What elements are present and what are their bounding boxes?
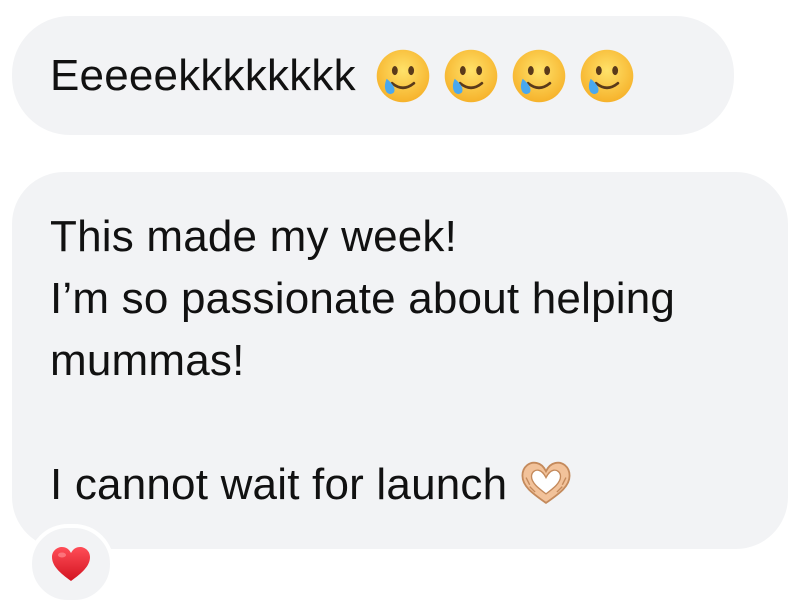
- message-body: This made my week! I’m so passionate abo…: [50, 206, 758, 516]
- message-line: This made my week!: [50, 212, 458, 261]
- reaction-badge[interactable]: [28, 524, 114, 604]
- smiling-face-with-tear-icon: [512, 49, 566, 102]
- message-thread: Eeeeekkkkkkkk This made my week! I’m so …: [0, 0, 801, 613]
- message-line: I cannot wait for launch: [50, 460, 508, 509]
- smiling-face-with-tear-icon: [580, 49, 634, 102]
- red-heart-icon: [52, 547, 90, 581]
- message-line-blank: [50, 392, 758, 454]
- smiling-face-with-tear-icon: [376, 49, 430, 102]
- message-line: I’m so passionate about helping: [50, 274, 676, 323]
- message-line: mummas!: [50, 336, 245, 385]
- message-text: Eeeeekkkkkkkk: [50, 50, 356, 100]
- message-line-with-emoji: I cannot wait for launch: [50, 454, 758, 516]
- message-bubble-2[interactable]: This made my week! I’m so passionate abo…: [12, 172, 788, 549]
- heart-hands-icon: [521, 462, 571, 505]
- emoji-group: [364, 47, 636, 105]
- smiling-face-with-tear-icon: [444, 49, 498, 102]
- message-bubble-1[interactable]: Eeeeekkkkkkkk: [12, 16, 734, 135]
